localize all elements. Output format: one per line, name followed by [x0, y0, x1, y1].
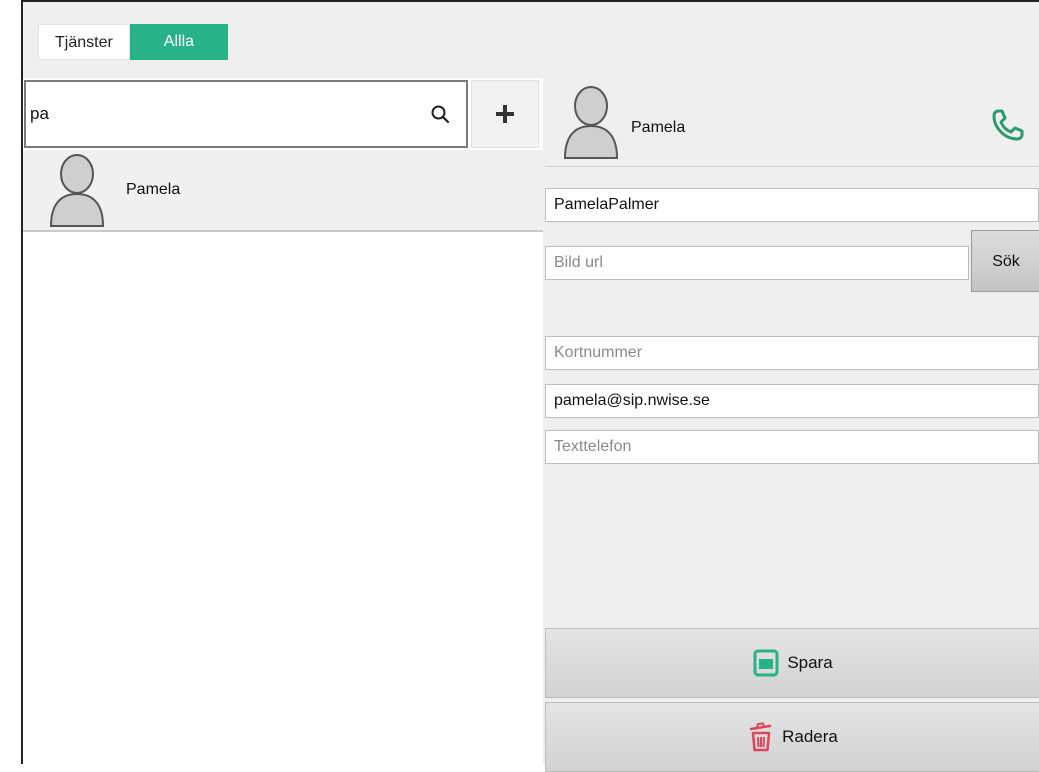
- contact-header: Pamela: [545, 78, 1039, 167]
- search-box: [24, 80, 468, 148]
- contact-detail-panel: Pamela Sök Spara: [545, 78, 1039, 772]
- short-number-field[interactable]: [545, 336, 1039, 370]
- tab-services[interactable]: Tjänster: [38, 24, 130, 60]
- save-button[interactable]: Spara: [545, 628, 1039, 698]
- trash-icon: [749, 722, 772, 752]
- plus-icon: [496, 105, 514, 123]
- sip-address-field[interactable]: [545, 384, 1039, 418]
- user-avatar-icon: [49, 154, 105, 227]
- tab-bar: Tjänster Allla: [38, 24, 229, 60]
- user-avatar-icon: [563, 86, 619, 159]
- app-window: Tjänster Allla Pamela: [21, 0, 1039, 772]
- search-image-button[interactable]: Sök: [971, 230, 1039, 292]
- search-icon[interactable]: [430, 104, 450, 124]
- phone-icon[interactable]: [991, 108, 1025, 142]
- tab-all[interactable]: Allla: [129, 24, 229, 60]
- contact-header-name: Pamela: [631, 119, 686, 136]
- contact-list-panel: Pamela: [23, 78, 543, 766]
- contact-list-item[interactable]: Pamela: [23, 150, 543, 232]
- search-input[interactable]: [30, 82, 410, 146]
- display-name-field[interactable]: [545, 188, 1039, 222]
- text-phone-field[interactable]: [545, 430, 1039, 464]
- delete-button[interactable]: Radera: [545, 702, 1039, 772]
- image-url-field[interactable]: [545, 246, 969, 280]
- save-icon: [753, 649, 779, 677]
- save-label: Spara: [787, 653, 833, 672]
- contact-name: Pamela: [126, 181, 181, 198]
- add-contact-button[interactable]: [471, 80, 539, 148]
- delete-label: Radera: [782, 727, 838, 746]
